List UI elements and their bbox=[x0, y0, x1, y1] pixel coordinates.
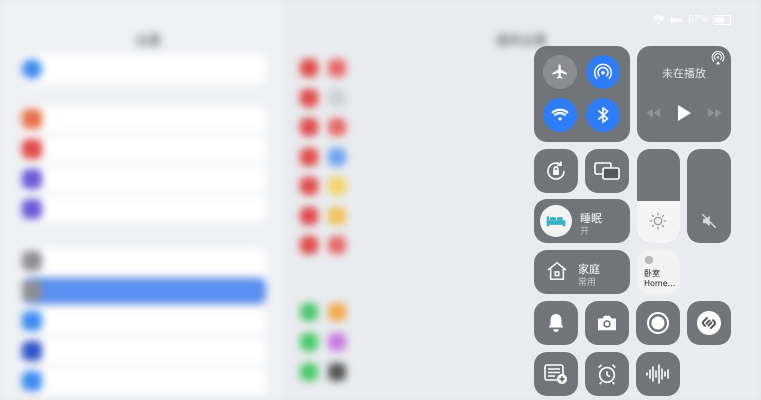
bluetooth-icon bbox=[596, 106, 610, 124]
airplay-icon[interactable] bbox=[711, 51, 725, 65]
now-playing-status: 未在播放 bbox=[662, 67, 706, 80]
wifi-icon bbox=[551, 108, 569, 122]
sidebar-row bbox=[22, 196, 266, 222]
home-subtitle: 常用 bbox=[578, 278, 597, 288]
play-icon[interactable] bbox=[677, 105, 691, 121]
screen-record-button[interactable] bbox=[636, 301, 680, 345]
notes-icon bbox=[544, 363, 568, 385]
detail-row bbox=[300, 174, 356, 198]
voice-memos-button[interactable] bbox=[636, 352, 680, 396]
bluetooth-toggle[interactable] bbox=[586, 98, 620, 132]
shazam-button[interactable] bbox=[687, 301, 731, 345]
settings-title: 设置 bbox=[135, 34, 162, 49]
sidebar-row bbox=[22, 106, 266, 132]
airplane-icon bbox=[551, 63, 569, 81]
forward-icon[interactable] bbox=[707, 108, 723, 118]
brightness-slider[interactable] bbox=[637, 149, 680, 243]
rotation-lock-button[interactable] bbox=[534, 149, 578, 193]
volume-slider[interactable] bbox=[687, 149, 731, 243]
home-icon bbox=[546, 261, 568, 281]
airplane-mode-toggle[interactable] bbox=[543, 55, 577, 89]
wifi-status-icon bbox=[652, 14, 665, 25]
mute-icon bbox=[700, 212, 718, 230]
bell-icon bbox=[547, 313, 565, 333]
rewind-icon[interactable] bbox=[645, 108, 661, 118]
settings-sidebar: 设置 bbox=[0, 0, 285, 400]
battery-percent: 67% bbox=[687, 14, 708, 25]
sleep-state: 开 bbox=[580, 227, 590, 237]
home-button[interactable]: 家庭 常用 bbox=[534, 250, 630, 294]
home-accessory-button[interactable]: 卧室 Home... bbox=[637, 250, 680, 294]
sleep-icon-circle bbox=[540, 205, 572, 237]
voice-memo-icon bbox=[645, 364, 671, 384]
bed-icon bbox=[546, 214, 566, 228]
connectivity-module bbox=[534, 46, 630, 142]
bed-status-icon bbox=[670, 15, 683, 24]
camera-icon bbox=[596, 314, 618, 332]
alarm-icon bbox=[596, 363, 618, 385]
sidebar-row bbox=[22, 136, 266, 162]
accessory-name: Home... bbox=[644, 279, 676, 288]
notifications-button[interactable] bbox=[534, 301, 578, 345]
detail-row bbox=[300, 56, 356, 80]
sleep-focus-button[interactable]: 睡眠 开 bbox=[534, 199, 630, 243]
now-playing-module[interactable]: 未在播放 bbox=[637, 46, 731, 142]
detail-title: 通用设置 bbox=[495, 34, 548, 49]
status-bar: 67% bbox=[652, 14, 731, 25]
quick-note-button[interactable] bbox=[534, 352, 578, 396]
detail-row bbox=[300, 86, 356, 110]
detail-row bbox=[300, 360, 356, 384]
airdrop-toggle[interactable] bbox=[586, 55, 620, 89]
sidebar-profile bbox=[22, 54, 266, 84]
brightness-icon bbox=[648, 211, 668, 231]
rotation-lock-icon bbox=[544, 159, 568, 183]
record-icon bbox=[646, 311, 670, 335]
detail-row bbox=[300, 145, 356, 169]
screen-mirroring-button[interactable] bbox=[585, 149, 629, 193]
bulb-icon bbox=[644, 255, 654, 265]
screen-mirroring-icon bbox=[594, 161, 620, 181]
detail-row bbox=[300, 300, 356, 324]
accessory-room: 卧室 bbox=[644, 269, 660, 278]
sidebar-row bbox=[22, 368, 266, 394]
airdrop-icon bbox=[593, 62, 613, 82]
sidebar-row bbox=[22, 308, 266, 334]
sidebar-row bbox=[22, 166, 266, 192]
sidebar-row bbox=[22, 248, 266, 274]
shazam-icon bbox=[696, 310, 722, 336]
sidebar-row bbox=[22, 338, 266, 364]
detail-row bbox=[300, 330, 356, 354]
alarm-button[interactable] bbox=[585, 352, 629, 396]
detail-row bbox=[300, 233, 356, 257]
detail-row bbox=[300, 115, 356, 139]
wifi-toggle[interactable] bbox=[543, 98, 577, 132]
detail-row bbox=[300, 204, 356, 228]
sidebar-row-selected bbox=[22, 278, 266, 304]
camera-button[interactable] bbox=[585, 301, 629, 345]
battery-icon bbox=[713, 14, 731, 25]
